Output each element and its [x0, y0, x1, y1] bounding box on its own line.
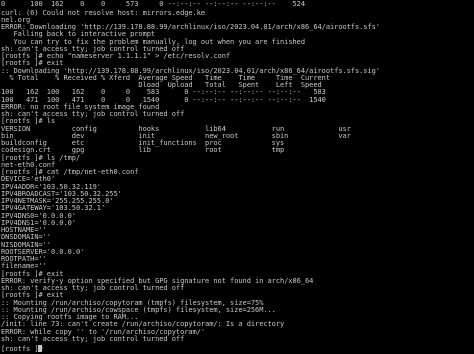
terminal-line: curl: (6) Could not resolve host: mirror… [1, 9, 206, 17]
terminal-line: DNSDOMAIN='' [1, 233, 51, 241]
terminal-line: [rootfs ]# ls [1, 117, 56, 125]
terminal-line: filename='' [1, 262, 47, 270]
terminal-line: /init: line 73: can't create /run/archis… [1, 320, 285, 328]
terminal-line: DEVICE='eth0' [1, 175, 56, 183]
terminal-line: IPV4GATEWAY='103.50.32.1' [1, 204, 106, 212]
terminal-cursor [38, 345, 42, 352]
terminal-prompt-line: [rootfs ]# [1, 345, 43, 353]
terminal-line: 100 162 100 162 0 0 583 0 --:--:-- --:--… [1, 88, 326, 96]
terminal-line: Falling back to interactive prompt [1, 30, 156, 38]
terminal-line: codesign.crt gpg lib root tmp [1, 146, 285, 154]
terminal-line: sh: can't access tty; job control turned… [1, 335, 185, 343]
terminal-line: 0 100 162 0 0 573 0 --:--:-- --:--:-- --… [1, 0, 305, 8]
terminal-console[interactable]: 0 100 162 0 0 573 0 --:--:-- --:--:-- --… [0, 0, 474, 354]
terminal-line: [rootfs ]# exit [1, 59, 64, 67]
terminal-line: [rootfs ]# exit [1, 291, 64, 299]
